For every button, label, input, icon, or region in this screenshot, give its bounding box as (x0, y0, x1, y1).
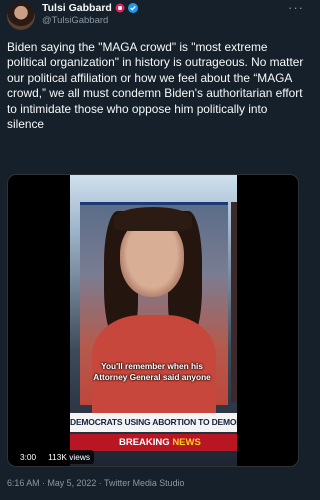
author-name-row: Tulsi Gabbard (42, 2, 138, 14)
video-views: 113K views (44, 450, 94, 464)
video-duration: 3:00 (16, 450, 41, 464)
tweet-text: Biden saying the "MAGA crowd" is "most e… (7, 40, 304, 132)
more-options-icon[interactable]: ··· (288, 0, 304, 15)
video-caption: You'll remember when his Attorney Genera… (93, 361, 211, 382)
hair-shape (114, 207, 192, 231)
tweet-metadata[interactable]: 6:16 AM · May 5, 2022 · Twitter Media St… (7, 478, 184, 488)
avatar[interactable] (7, 2, 35, 30)
news-chyron: DEMOCRATS USING ABORTION TO DEMONIZE REP… (70, 413, 237, 432)
video-player[interactable]: You'll remember when his Attorney Genera… (7, 174, 299, 467)
breaking-news-bar: BREAKING NEWS (70, 434, 237, 451)
rose-icon (115, 3, 125, 13)
author-display-name[interactable]: Tulsi Gabbard (42, 2, 112, 14)
video-edge (231, 202, 237, 402)
verified-icon (127, 3, 138, 13)
author-handle[interactable]: @TulsiGabbard (42, 15, 108, 26)
breaking-news-label: BREAKING NEWS (119, 434, 201, 451)
breaking-word: BREAKING (119, 437, 170, 448)
news-word: NEWS (172, 437, 201, 448)
video-stats: 3:00 113K views (16, 450, 94, 464)
tweet-header: Tulsi Gabbard @TulsiGabbard ··· (7, 0, 304, 34)
video-frame: You'll remember when his Attorney Genera… (70, 175, 237, 466)
